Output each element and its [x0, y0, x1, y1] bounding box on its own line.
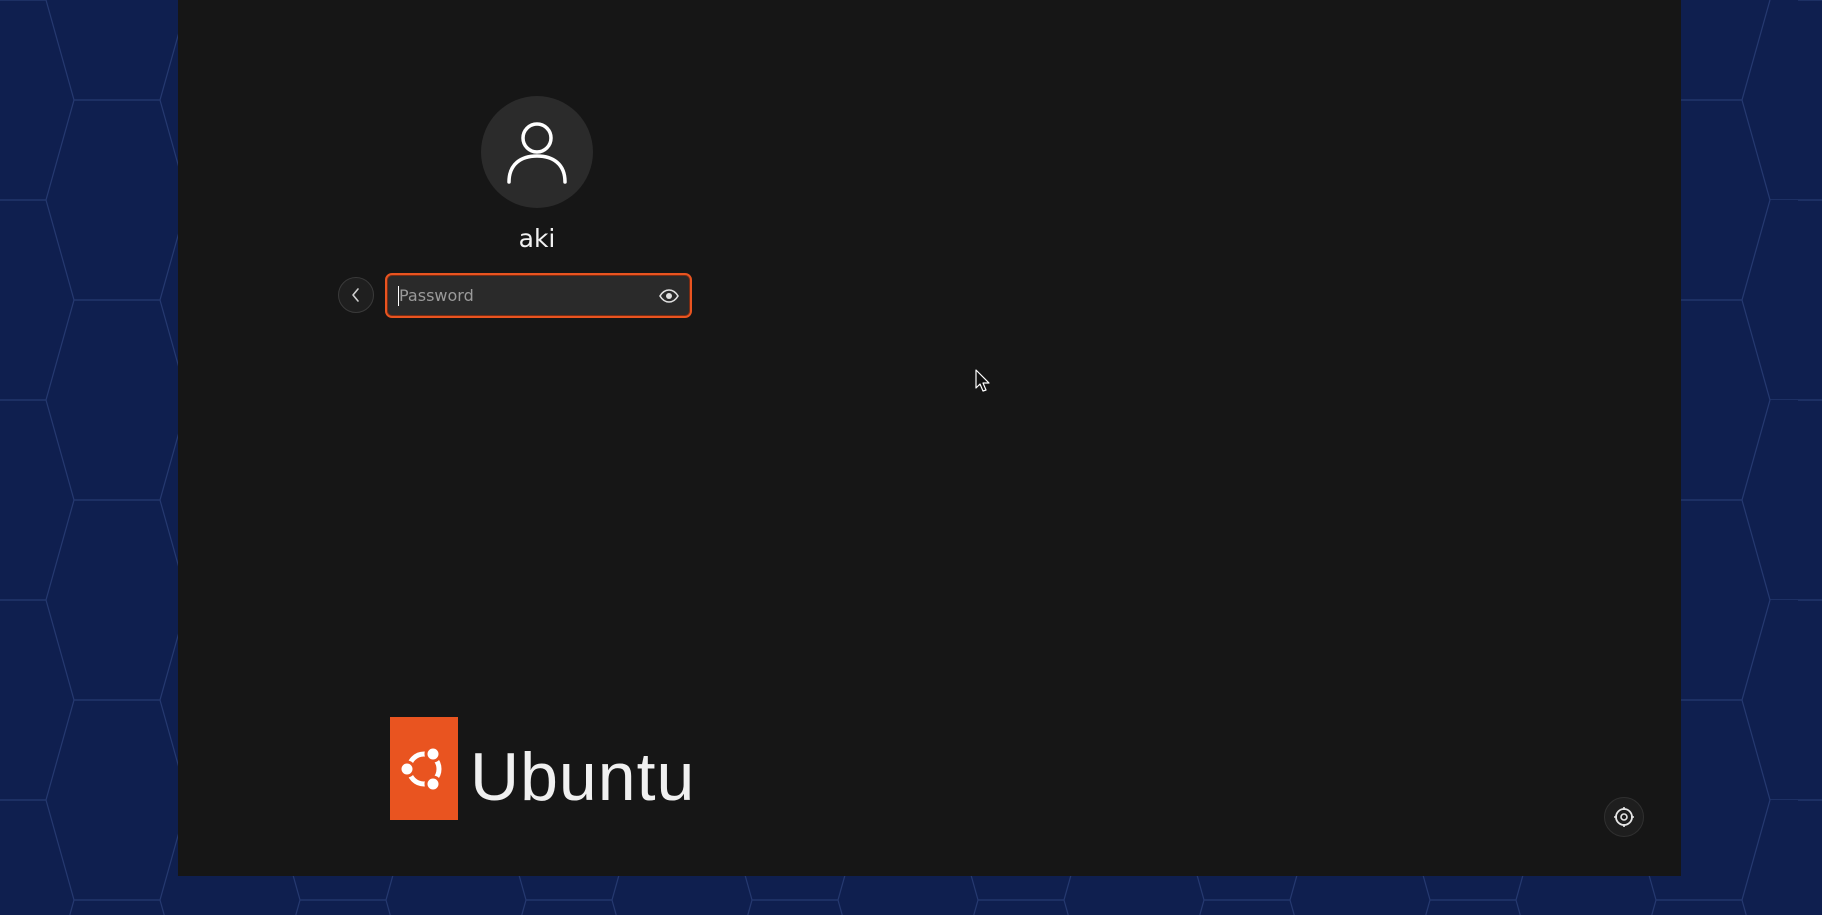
- ubuntu-logo: Ubuntu: [390, 716, 695, 820]
- eye-icon: [659, 289, 679, 303]
- text-caret: [398, 286, 399, 306]
- login-screen: aki Ubuntu: [178, 0, 1681, 876]
- mouse-pointer-icon: [975, 369, 990, 392]
- chevron-left-icon: [352, 288, 359, 302]
- user-avatar[interactable]: [481, 96, 593, 208]
- logo-mark: [390, 716, 458, 820]
- ubuntu-circle-of-friends-icon: [398, 745, 442, 792]
- username-label: aki: [518, 224, 556, 253]
- password-field[interactable]: [385, 273, 692, 318]
- logo-text: Ubuntu: [470, 739, 696, 815]
- show-password-button[interactable]: [658, 285, 680, 307]
- accessibility-button[interactable]: [1604, 797, 1644, 837]
- back-button[interactable]: [338, 277, 374, 313]
- accessibility-icon: [1614, 807, 1634, 827]
- password-input[interactable]: [399, 275, 639, 316]
- user-icon: [507, 122, 567, 184]
